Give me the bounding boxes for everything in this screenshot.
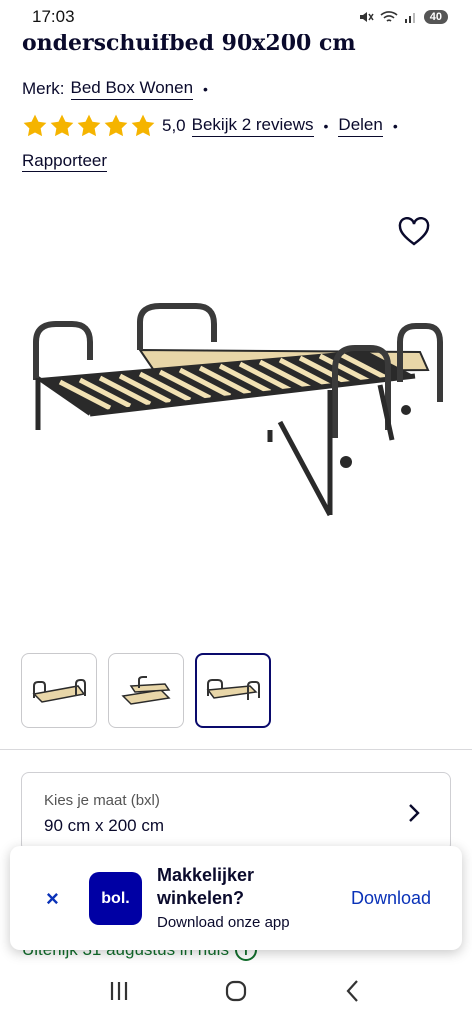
bol-logo: bol. — [89, 872, 142, 925]
status-icons: 40 — [358, 10, 448, 24]
thumbnail-3[interactable] — [195, 653, 271, 728]
banner-title: Makkelijker winkelen? — [157, 865, 255, 908]
rating-value: 5,0 — [162, 116, 186, 135]
system-nav-bar — [0, 962, 472, 1024]
star-rating — [22, 113, 156, 139]
thumbnail-image — [206, 678, 260, 700]
thumbnail-image — [32, 678, 86, 703]
report-link[interactable]: Rapporteer — [22, 151, 108, 172]
separator-dot: • — [323, 118, 329, 134]
reviews-link[interactable]: Bekijk 2 reviews — [191, 115, 314, 137]
rating-row: 5,0 Bekijk 2 reviews • Delen • — [22, 113, 408, 139]
thumbnail-2[interactable] — [108, 653, 184, 728]
brand-link[interactable]: Bed Box Wonen — [70, 78, 194, 100]
brand-row: Merk: Bed Box Wonen • — [22, 78, 218, 100]
home-icon — [225, 980, 247, 1001]
banner-subtitle: Download onze app — [157, 914, 290, 931]
download-button[interactable]: Download — [351, 888, 431, 909]
star-icon — [131, 114, 155, 137]
app-download-banner: × bol. Makkelijker winkelen? Download on… — [10, 846, 462, 950]
size-selector[interactable]: Kies je maat (bxl) 90 cm x 200 cm — [21, 772, 451, 852]
size-value: 90 cm x 200 cm — [44, 816, 164, 835]
recent-apps-button[interactable] — [106, 978, 132, 1009]
home-button[interactable] — [223, 978, 249, 1009]
separator-dot: • — [203, 81, 208, 97]
status-time: 17:03 — [32, 7, 75, 26]
status-bar: 17:03 40 — [0, 0, 472, 34]
battery-indicator: 40 — [423, 10, 448, 24]
image-thumbnails — [21, 653, 271, 728]
product-image[interactable] — [20, 290, 452, 530]
section-divider — [0, 749, 472, 750]
thumbnail-1[interactable] — [21, 653, 97, 728]
size-label: Kies je maat (bxl) — [44, 792, 160, 809]
recent-apps-icon — [110, 981, 127, 1000]
share-link[interactable]: Delen — [338, 115, 383, 137]
brand-label: Merk: — [22, 79, 65, 98]
close-icon[interactable]: × — [46, 886, 59, 912]
heart-icon[interactable] — [398, 217, 430, 247]
star-icon — [23, 114, 47, 137]
star-icon — [77, 114, 101, 137]
wifi-icon — [380, 11, 398, 22]
star-icon — [104, 114, 128, 137]
report-row: Rapporteer — [22, 151, 108, 172]
star-icon — [50, 114, 74, 137]
thumbnail-image — [121, 675, 171, 705]
mute-icon — [359, 12, 374, 22]
signal-icon — [404, 13, 415, 23]
separator-dot: • — [392, 118, 398, 134]
back-button[interactable] — [340, 978, 366, 1009]
chevron-right-icon — [409, 804, 420, 822]
back-icon — [346, 979, 359, 1002]
